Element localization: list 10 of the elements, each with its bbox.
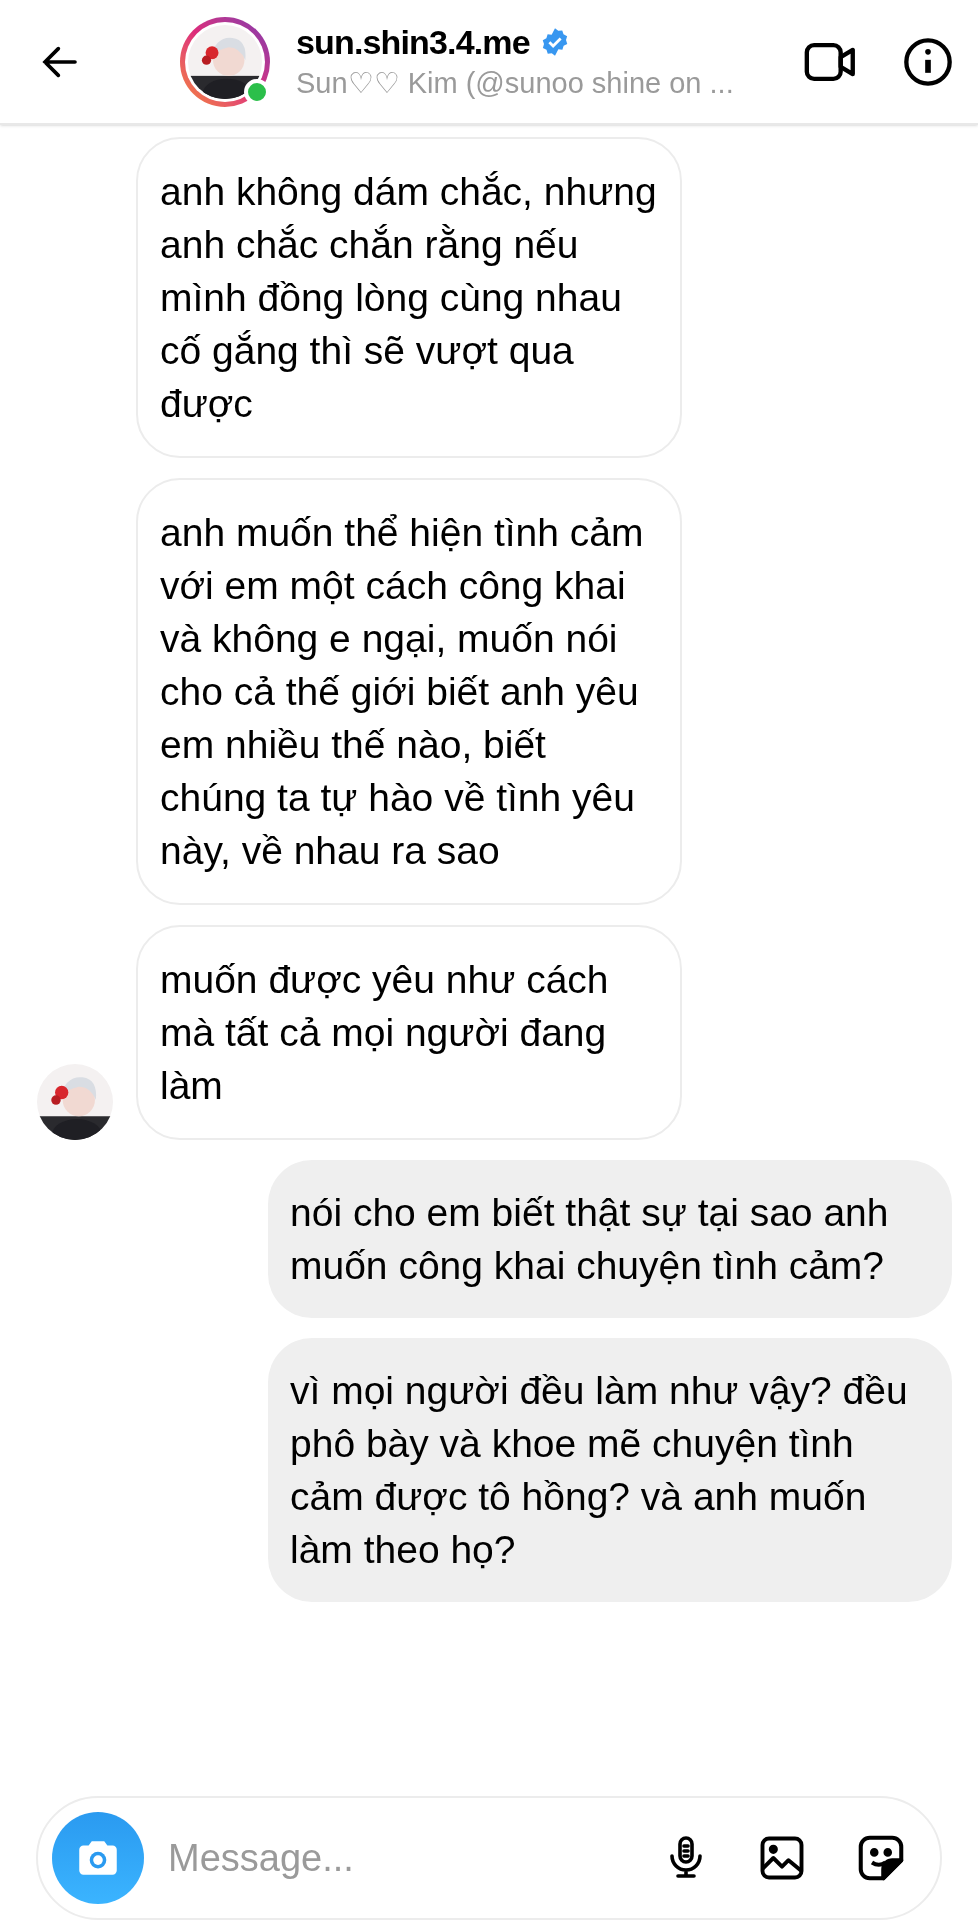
- message-text: vì mọi người đều làm như vậy? đều phô bày và khoe mẽ chuyện tình cảm được tô hồng? và anh muốn làm theo họ?: [290, 1369, 908, 1571]
- message-text: anh muốn thể hiện tình cảm với em một cách công khai và không e ngại, muốn nói cho cả thế giới biết anh yêu em nhiều thế nào, biết chúng ta tự hào về tình yêu này, về nhau ra sao: [160, 511, 644, 872]
- camera-button[interactable]: [52, 1812, 144, 1904]
- info-icon[interactable]: [902, 35, 954, 88]
- message-text: anh không dám chắc, nhưng anh chắc chắn rằng nếu mình đồng lòng cùng nhau cố gắng thì sẽ vượt qua được: [160, 170, 657, 425]
- username: sun.shin3.4.me: [296, 21, 530, 63]
- message-input[interactable]: Message...: [168, 1829, 652, 1887]
- subtitle: Sun♡♡ Kim (@sunoo shine on ...: [296, 65, 735, 101]
- message-text: nói cho em biết thật sự tại sao anh muốn công khai chuyện tình cảm?: [290, 1191, 889, 1287]
- message-text: muốn được yêu như cách mà tất cả mọi người đang làm: [160, 958, 609, 1107]
